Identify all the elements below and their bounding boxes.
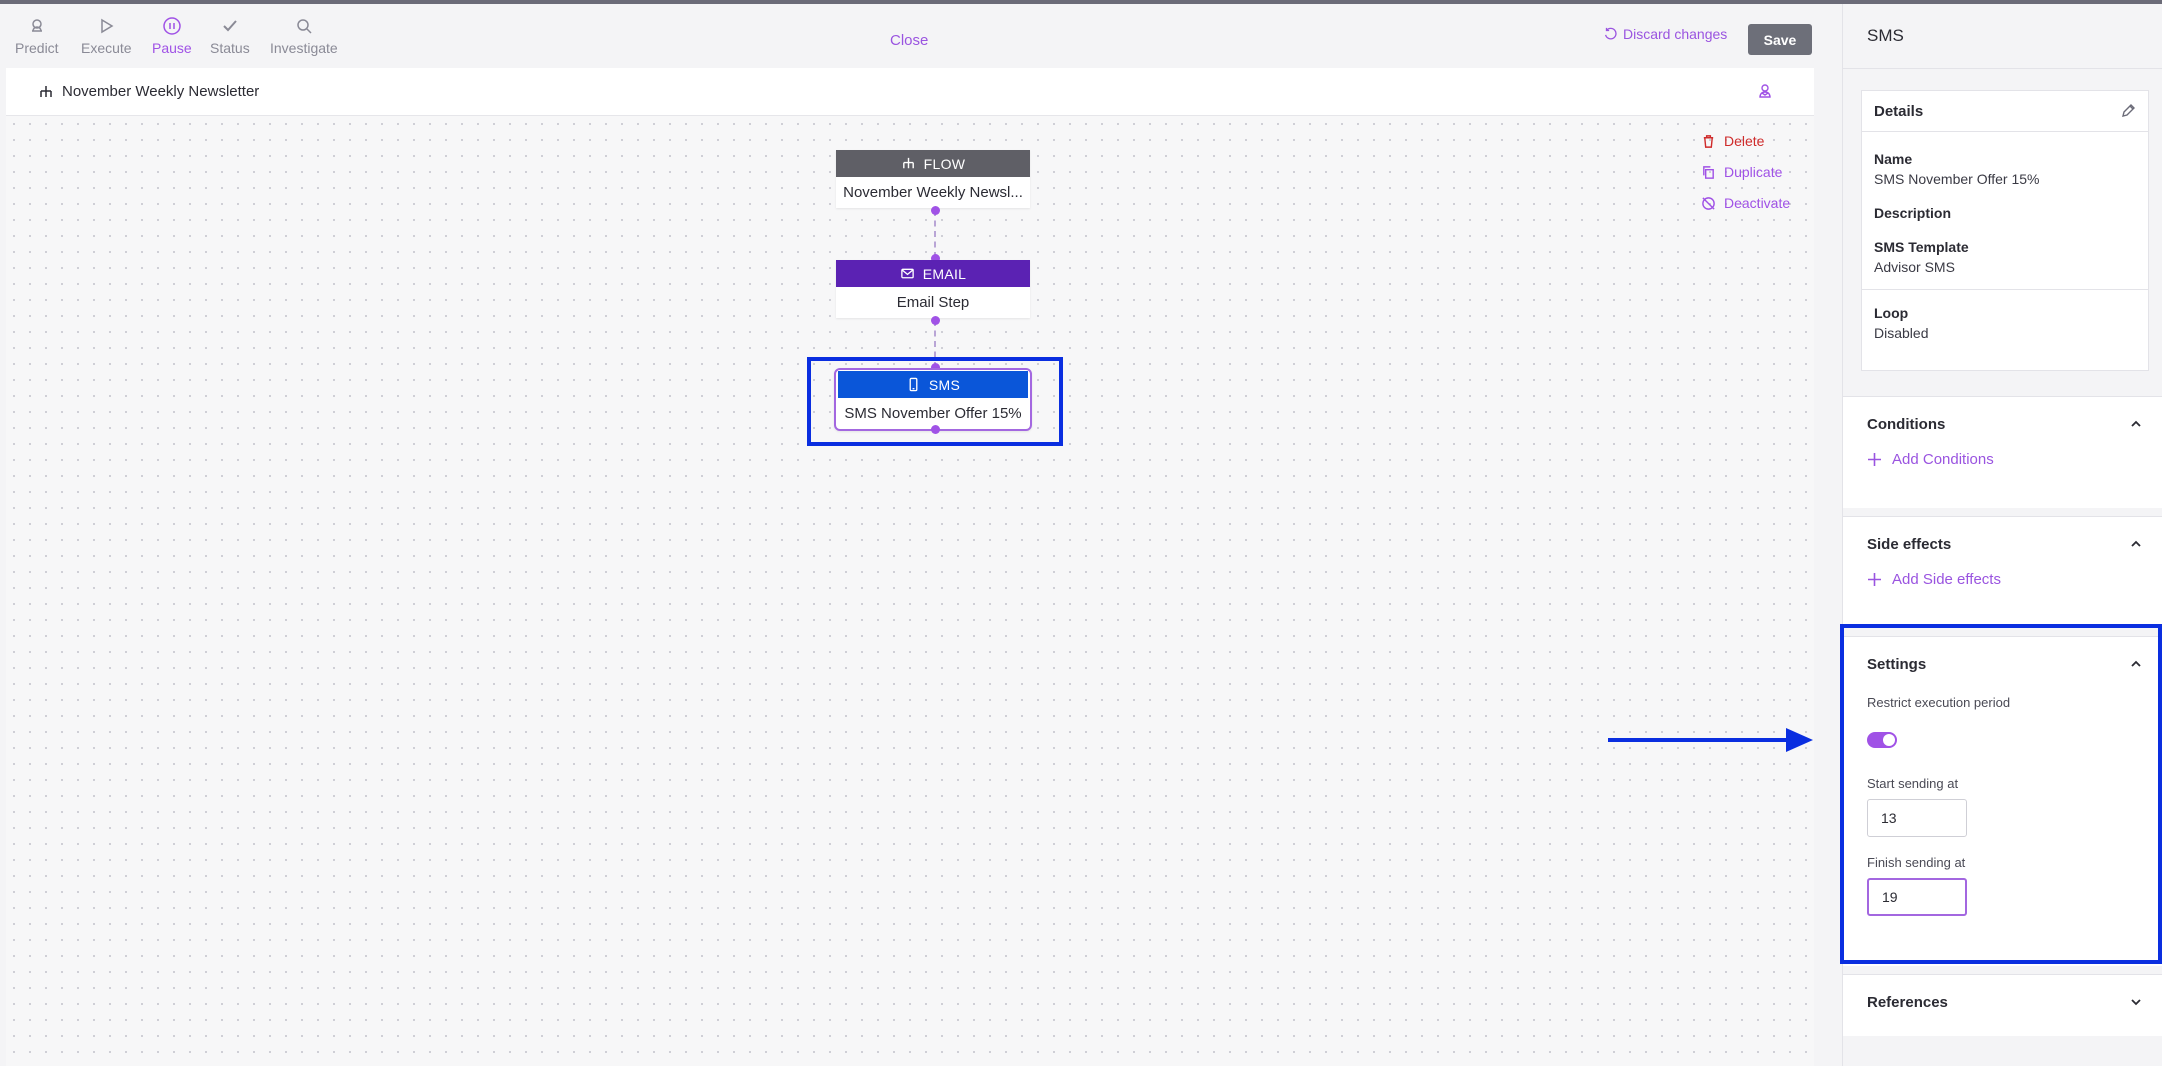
add-side-effects-button[interactable]: Add Side effects (1843, 571, 2162, 588)
flow-node-header: FLOW (836, 150, 1030, 177)
flow-node[interactable]: FLOW November Weekly Newsl... (836, 150, 1030, 208)
play-icon (101, 18, 114, 34)
template-field: SMS Template Advisor SMS (1874, 239, 1969, 275)
trash-icon (1703, 134, 1714, 148)
pause-icon (163, 17, 181, 35)
connector-handle[interactable] (931, 316, 940, 325)
loop-field: Loop Disabled (1874, 305, 1929, 341)
mail-icon (900, 268, 914, 279)
references-section: References (1843, 974, 2162, 1036)
plus-icon (1868, 453, 1881, 466)
email-node-label: Email Step (896, 294, 970, 311)
description-field: Description (1874, 205, 1952, 221)
save-button[interactable]: Save (1748, 24, 1812, 55)
email-node-header: EMAIL (836, 260, 1030, 287)
details-card: Details Name SMS November Offer 15% Desc… (1861, 90, 2149, 371)
side-effects-section: Side effects Add Side effects (1843, 516, 2162, 628)
close-link[interactable]: Close (890, 32, 928, 49)
execute-button[interactable]: Execute (81, 16, 132, 56)
add-conditions-button[interactable]: Add Conditions (1843, 451, 2162, 468)
deactivate-icon (1702, 196, 1715, 210)
pencil-icon[interactable] (2120, 103, 2136, 119)
connector-handle[interactable] (931, 206, 940, 215)
search-icon (297, 19, 312, 34)
flow-title: November Weekly Newsletter (38, 83, 259, 100)
pointer-arrow (1608, 728, 1813, 752)
chevron-up-icon[interactable] (2129, 417, 2143, 431)
panel-title: SMS (1867, 26, 1904, 45)
deactivate-action[interactable]: Deactivate (1701, 195, 1790, 211)
predict-icon (31, 19, 42, 32)
chevron-down-icon[interactable] (2129, 995, 2143, 1009)
conditions-header[interactable]: Conditions (1843, 397, 2162, 451)
references-header[interactable]: References (1843, 975, 2162, 1029)
discard-changes-button[interactable]: Discard changes (1603, 26, 1727, 42)
undo-icon (1604, 27, 1617, 40)
canvas-header: November Weekly Newsletter (6, 68, 1814, 116)
flow-icon (902, 157, 914, 169)
pause-button[interactable]: Pause (152, 16, 192, 56)
chevron-up-icon[interactable] (2129, 537, 2143, 551)
side-effects-header[interactable]: Side effects (1843, 517, 2162, 571)
conditions-section: Conditions Add Conditions (1843, 396, 2162, 508)
delete-action[interactable]: Delete (1701, 133, 1764, 149)
plus-icon (1868, 573, 1881, 586)
predict-button[interactable]: Predict (15, 16, 59, 56)
divider (1862, 289, 2148, 290)
details-header: Details (1862, 91, 2148, 132)
user-icon[interactable] (1756, 82, 1774, 100)
sms-node-highlight (807, 357, 1063, 446)
toolbar: Predict Execute Pause Status Investigate… (0, 4, 1840, 68)
connector-line (934, 210, 936, 258)
divider (1843, 68, 2162, 69)
name-field: Name SMS November Offer 15% (1874, 151, 2040, 187)
check-icon (223, 20, 237, 32)
email-node[interactable]: EMAIL Email Step (836, 260, 1030, 318)
investigate-button[interactable]: Investigate (270, 16, 338, 56)
flow-node-label: November Weekly Newsl... (843, 184, 1023, 201)
settings-highlight (1840, 624, 2162, 964)
duplicate-action[interactable]: Duplicate (1701, 164, 1782, 180)
flow-icon (40, 85, 52, 97)
flow-canvas[interactable]: November Weekly Newsletter Delete Duplic… (6, 68, 1814, 1066)
status-button[interactable]: Status (210, 16, 250, 56)
copy-icon (1703, 165, 1714, 179)
